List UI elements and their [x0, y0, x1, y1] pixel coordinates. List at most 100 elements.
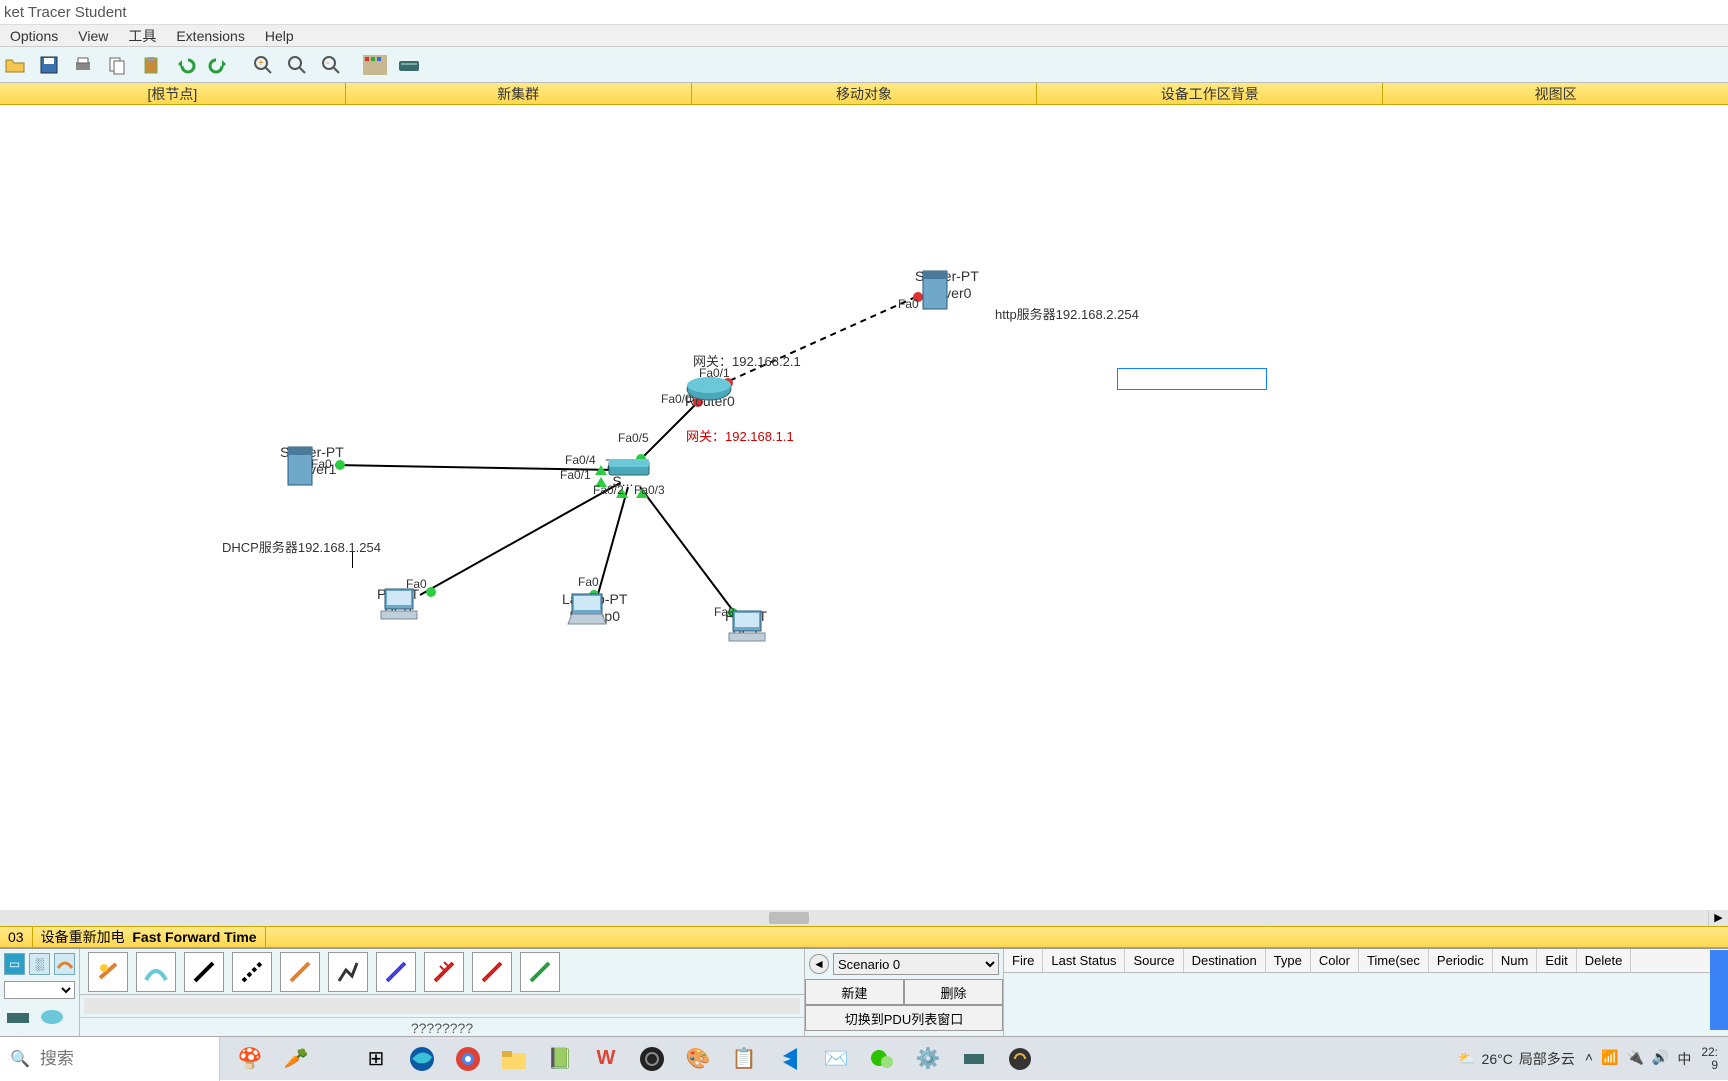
pdu-col[interactable]: Last Status: [1043, 949, 1125, 972]
conn-fiber-icon[interactable]: [280, 952, 320, 992]
pdu-list-toggle-button[interactable]: 切换到PDU列表窗口: [805, 1005, 1003, 1031]
scenario-prev-icon[interactable]: ◄: [809, 954, 829, 974]
app-icon[interactable]: 🎨: [682, 1043, 714, 1075]
conn-coax-icon[interactable]: [376, 952, 416, 992]
weather-widget[interactable]: ⛅ 26°C 局部多云: [1458, 1049, 1575, 1069]
category-chip[interactable]: ▭: [4, 953, 25, 975]
annotation-http: http服务器192.168.2.254: [995, 304, 1139, 323]
scrollbar-thumb[interactable]: [769, 912, 809, 924]
category-select[interactable]: [4, 981, 75, 999]
subbar-viewarea[interactable]: 视图区: [1383, 83, 1728, 104]
taskbar-clock[interactable]: 22: 9: [1701, 1046, 1718, 1072]
canvas-text-input[interactable]: [1117, 368, 1267, 390]
subbar-moveobj[interactable]: 移动对象: [692, 83, 1038, 104]
conn-auto-icon[interactable]: [88, 952, 128, 992]
device-pc1[interactable]: PC-PT PC1: [725, 607, 767, 641]
redo-icon[interactable]: [204, 50, 234, 80]
app-icon[interactable]: 🍄: [234, 1043, 266, 1075]
scrollbar-right-button[interactable]: ▶: [1708, 910, 1728, 926]
device-dialog-icon[interactable]: [394, 50, 424, 80]
pdu-col[interactable]: Periodic: [1429, 949, 1493, 972]
subbar-newcluster[interactable]: 新集群: [346, 83, 692, 104]
mail-icon[interactable]: ✉️: [820, 1043, 852, 1075]
vscode-icon[interactable]: [774, 1043, 806, 1075]
status-power-label[interactable]: 设备重新加电 Fast Forward Time: [33, 926, 266, 948]
pdu-col[interactable]: Num: [1493, 949, 1537, 972]
app-icon[interactable]: 🥕: [280, 1043, 312, 1075]
device-description: ????????: [80, 1017, 804, 1036]
canvas-hscrollbar[interactable]: ▶: [0, 910, 1708, 926]
pdu-col[interactable]: Type: [1266, 949, 1311, 972]
subbar-root[interactable]: [根节点]: [0, 83, 346, 104]
search-input[interactable]: [40, 1049, 190, 1069]
pdu-col[interactable]: Color: [1311, 949, 1359, 972]
wifi-icon[interactable]: 📶: [1601, 1049, 1618, 1069]
app-icon[interactable]: ⚙️: [912, 1043, 944, 1075]
chevron-up-icon[interactable]: ˄: [1585, 1049, 1593, 1069]
app-icon[interactable]: 📋: [728, 1043, 760, 1075]
scenario-select[interactable]: Scenario 0: [833, 953, 999, 975]
palette-icon[interactable]: [360, 50, 390, 80]
device-pc0[interactable]: PC-PT PC0: [377, 585, 419, 619]
task-view-icon[interactable]: ⊞: [360, 1043, 392, 1075]
device-type-icon[interactable]: [38, 1005, 66, 1029]
app-icon[interactable]: [1004, 1043, 1036, 1075]
save-icon[interactable]: [34, 50, 64, 80]
conn-octal-icon[interactable]: [520, 952, 560, 992]
sim-time: 03: [0, 926, 33, 948]
device-type-icon[interactable]: [4, 1005, 32, 1029]
pdu-col[interactable]: Time(sec: [1359, 949, 1429, 972]
volume-icon[interactable]: 🔊: [1652, 1049, 1669, 1069]
menu-tools[interactable]: 工具: [118, 26, 166, 46]
pdu-col[interactable]: Destination: [1184, 949, 1266, 972]
device-router0[interactable]: 2811 Router0: [685, 375, 735, 409]
device-server1[interactable]: Server-PT Server1: [280, 443, 344, 477]
battery-icon[interactable]: 🔌: [1626, 1049, 1643, 1069]
zoom-out-icon[interactable]: -: [316, 50, 346, 80]
zoom-in-icon[interactable]: +: [248, 50, 278, 80]
menu-extensions[interactable]: Extensions: [166, 28, 254, 44]
conn-serial-dte-icon[interactable]: [472, 952, 512, 992]
device-category-panel: ▭ ░: [0, 949, 80, 1036]
app-icon[interactable]: 📗: [544, 1043, 576, 1075]
device-switch[interactable]: 70-24 S...: [605, 455, 641, 489]
device-server0[interactable]: Server-PT Server0: [915, 267, 979, 301]
conn-crossover-icon[interactable]: [232, 952, 272, 992]
wps-icon[interactable]: W: [590, 1043, 622, 1075]
laptop-icon: [562, 590, 612, 630]
pdu-col[interactable]: Fire: [1004, 949, 1043, 972]
scenario-delete-button[interactable]: 删除: [904, 979, 1003, 1005]
zoom-reset-icon[interactable]: [282, 50, 312, 80]
pdu-col[interactable]: Source: [1125, 949, 1183, 972]
pdu-col[interactable]: Edit: [1537, 949, 1576, 972]
explorer-icon[interactable]: [498, 1043, 530, 1075]
packet-tracer-icon[interactable]: [958, 1043, 990, 1075]
ime-indicator[interactable]: 中: [1677, 1049, 1691, 1069]
copy-icon[interactable]: [102, 50, 132, 80]
pdu-col[interactable]: Delete: [1577, 949, 1632, 972]
undo-icon[interactable]: [170, 50, 200, 80]
conn-serial-dce-icon[interactable]: [424, 952, 464, 992]
paste-icon[interactable]: [136, 50, 166, 80]
category-chip[interactable]: ░: [29, 953, 50, 975]
wechat-icon[interactable]: [866, 1043, 898, 1075]
workspace-canvas[interactable]: Fa0 Fa0/1 Fa0/0 Fa0/5 Fa0/4 Fa0/1 Fa0/2 …: [0, 105, 1728, 910]
conn-phone-icon[interactable]: [328, 952, 368, 992]
subbar-devbg[interactable]: 设备工作区背景: [1037, 83, 1383, 104]
scenario-new-button[interactable]: 新建: [805, 979, 904, 1005]
edge-icon[interactable]: [406, 1043, 438, 1075]
print-icon[interactable]: [68, 50, 98, 80]
chrome-icon[interactable]: [452, 1043, 484, 1075]
conn-straight-icon[interactable]: [184, 952, 224, 992]
conn-console-icon[interactable]: [136, 952, 176, 992]
taskbar-search[interactable]: 🔍: [0, 1037, 220, 1081]
menu-view[interactable]: View: [68, 28, 118, 44]
realtime-sim-toggle[interactable]: [1710, 950, 1728, 1030]
obs-icon[interactable]: [636, 1043, 668, 1075]
open-icon[interactable]: [0, 50, 30, 80]
device-laptop0[interactable]: Laptop-PT Laptop0: [562, 590, 627, 624]
category-chip[interactable]: [54, 953, 75, 975]
device-list-scrollbar[interactable]: [84, 998, 800, 1014]
menu-options[interactable]: Options: [0, 28, 68, 44]
menu-help[interactable]: Help: [255, 28, 304, 44]
